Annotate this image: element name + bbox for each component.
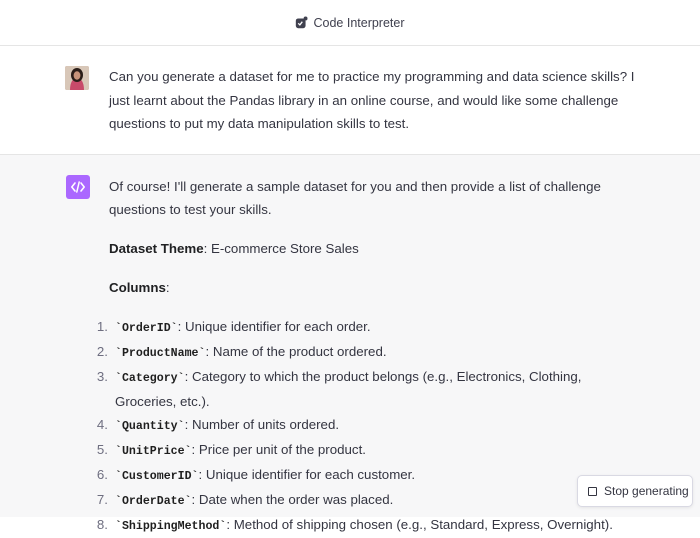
list-item-number: 1.: [96, 319, 108, 334]
column-description: : Number of units ordered.: [184, 417, 340, 432]
column-description: : Method of shipping chosen (e.g., Stand…: [226, 517, 613, 532]
header-bar: Code Interpreter: [0, 0, 700, 46]
column-description: : Category to which the product belongs …: [115, 369, 582, 409]
columns-list: 1. `OrderID`: Unique identifier for each …: [97, 315, 639, 538]
columns-heading-label: Columns: [109, 280, 166, 295]
list-item: 4. `Quantity`: Number of units ordered.: [97, 413, 639, 438]
column-name: `ShippingMethod`: [115, 520, 227, 533]
column-description: : Name of the product ordered.: [205, 344, 387, 359]
column-name: `ProductName`: [115, 347, 206, 360]
list-item: 5. `UnitPrice`: Price per unit of the pro…: [97, 438, 639, 463]
header-title: Code Interpreter: [313, 15, 405, 30]
column-name: `UnitPrice`: [115, 445, 192, 458]
user-message-text: Can you generate a dataset for me to pra…: [109, 69, 635, 131]
list-item-number: 2.: [96, 344, 108, 359]
user-message: Can you generate a dataset for me to pra…: [0, 46, 700, 155]
list-item: 7. `OrderDate`: Date when the order was p…: [97, 488, 639, 513]
assistant-message: Of course! I'll generate a sample datase…: [0, 155, 700, 533]
list-item: 3. `Category`: Category to which the prod…: [97, 365, 639, 413]
user-avatar: [65, 66, 89, 90]
list-item-number: 6.: [96, 467, 108, 482]
column-name: `OrderID`: [115, 322, 178, 335]
dataset-theme-value: : E-commerce Store Sales: [203, 241, 359, 256]
stop-icon: [588, 486, 597, 496]
stop-generating-button[interactable]: Stop generating: [577, 475, 693, 507]
code-interpreter-icon: [295, 16, 308, 29]
list-item-number: 8.: [96, 517, 108, 532]
column-description: : Date when the order was placed.: [191, 492, 394, 507]
list-item: 2. `ProductName`: Name of the product ord…: [97, 340, 639, 365]
list-item-number: 7.: [96, 492, 108, 507]
column-description: : Unique identifier for each order.: [177, 319, 371, 334]
assistant-intro: Of course! I'll generate a sample datase…: [109, 179, 601, 217]
list-item: 6. `CustomerID`: Unique identifier for ea…: [97, 463, 639, 488]
column-description: : Unique identifier for each customer.: [198, 467, 416, 482]
column-description: : Price per unit of the product.: [191, 442, 366, 457]
column-name: `Category`: [115, 372, 185, 385]
list-item-number: 4.: [96, 417, 108, 432]
list-item: 1. `OrderID`: Unique identifier for each …: [97, 315, 639, 340]
assistant-message-content: Of course! I'll generate a sample datase…: [97, 175, 639, 538]
stop-generating-label: Stop generating: [604, 484, 689, 498]
column-name: `Quantity`: [115, 420, 185, 433]
dataset-theme-label: Dataset Theme: [109, 241, 204, 256]
columns-heading: Columns:: [109, 276, 639, 299]
list-item-number: 3.: [96, 369, 108, 384]
list-item-number: 5.: [96, 442, 108, 457]
code-brackets-icon: [66, 175, 90, 199]
dataset-theme: Dataset Theme: E-commerce Store Sales: [109, 237, 639, 260]
column-name: `CustomerID`: [115, 470, 199, 483]
columns-heading-suffix: :: [165, 280, 170, 295]
column-name: `OrderDate`: [115, 495, 192, 508]
